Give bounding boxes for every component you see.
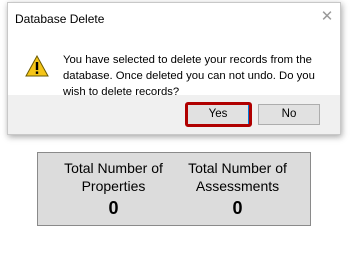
properties-count: 0 (108, 198, 119, 218)
dialog-title: Database Delete (15, 12, 105, 26)
yes-button-highlight (185, 102, 252, 127)
dialog-message: You have selected to delete your records… (63, 54, 315, 98)
stats-panel: Total Number of Properties 0 Total Numbe… (37, 152, 311, 226)
properties-stat: Total Number of Properties 0 (51, 159, 176, 219)
no-button[interactable]: No (258, 104, 320, 125)
assessments-count: 0 (232, 198, 243, 218)
dialog-titlebar: Database Delete ✕ (8, 3, 340, 33)
warning-icon (25, 55, 49, 77)
properties-label: Total Number of Properties (64, 160, 163, 194)
assessments-stat: Total Number of Assessments 0 (175, 159, 300, 219)
assessments-label: Total Number of Assessments (188, 160, 287, 194)
close-icon[interactable]: ✕ (318, 8, 336, 26)
